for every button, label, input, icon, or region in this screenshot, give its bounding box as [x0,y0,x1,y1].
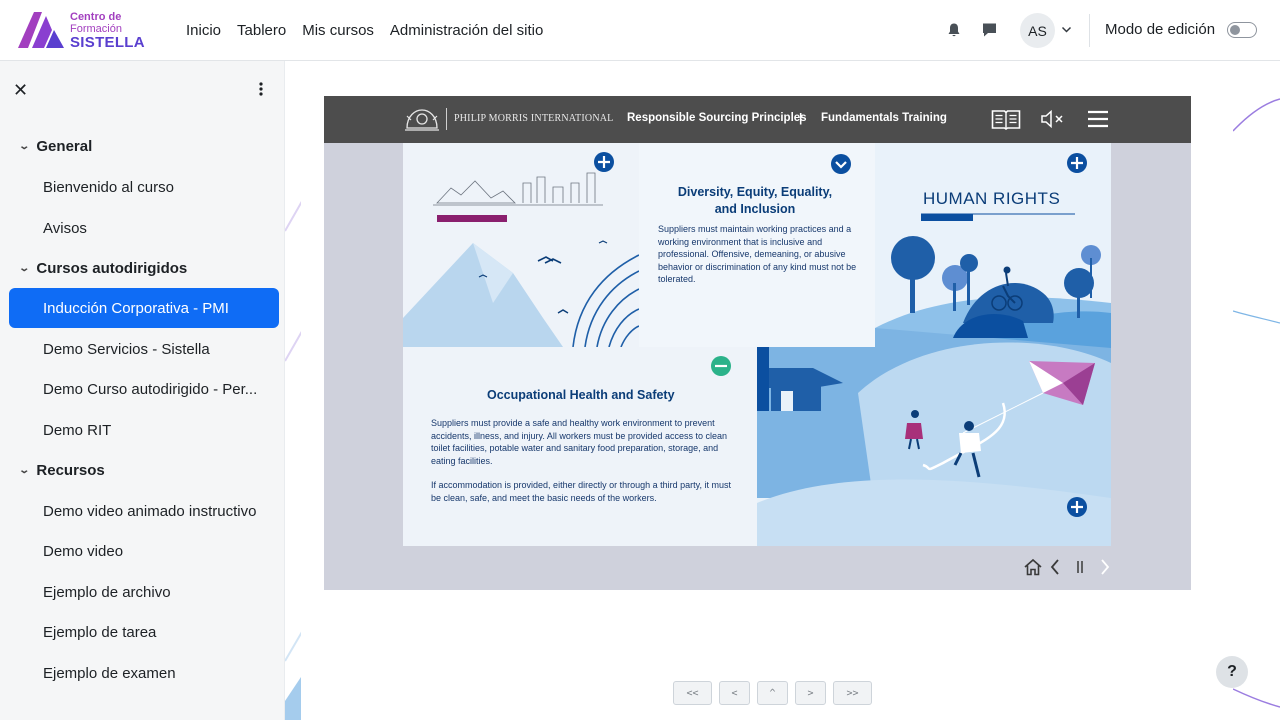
ohs-heading: Occupational Health and Safety [487,388,675,402]
expand-button-environment[interactable] [594,152,614,172]
ohs-text-accommodation: If accommodation is provided, either dir… [431,480,731,503]
previous-button[interactable]: < [719,681,750,705]
avatar[interactable]: AS [1020,13,1055,48]
course-title: Responsible Sourcing Principles [627,112,807,124]
collapse-button-dei[interactable] [831,154,851,174]
nav-link-mis-cursos[interactable]: Mis cursos [302,22,374,39]
sidebar-item-demo-rit[interactable]: Demo RIT [9,410,279,450]
chevron-down-icon: ⌄ [18,141,31,152]
pmi-crest-logo [405,109,439,131]
title-separator: | [799,111,803,125]
mute-icon[interactable] [1040,109,1066,129]
slide-canvas: Diversity, Equity, Equality, and Inclusi… [403,143,1111,546]
scorm-player: PHILIP MORRIS INTERNATIONAL Responsible … [324,96,1191,590]
logo-line-1: Centro de [70,11,122,23]
sidebar-item-video-animado[interactable]: Demo video animado instructivo [9,491,279,531]
sidebar-item-demo-video[interactable]: Demo video [9,531,279,571]
section-cursos-autodirigidos[interactable]: ⌄ Cursos autodirigidos [18,260,188,277]
section-general[interactable]: ⌄ General [18,138,93,155]
sidebar-item-archivo[interactable]: Ejemplo de archivo [9,572,279,612]
last-button[interactable]: >> [833,681,872,705]
dei-heading: Diversity, Equity, Equality, and Inclusi… [677,185,833,216]
next-icon[interactable] [1099,558,1111,576]
section-recursos[interactable]: ⌄ Recursos [18,462,105,479]
sidebar-item-avisos[interactable]: Avisos [9,208,279,248]
navbar-divider [1089,14,1090,47]
up-button[interactable]: ^ [757,681,788,705]
section-title: Recursos [36,462,105,479]
chat-icon[interactable] [981,22,998,38]
chevron-down-icon: ⌄ [18,263,31,274]
previous-icon[interactable] [1049,558,1061,576]
kebab-icon[interactable] [253,81,269,97]
top-navbar: Centro de Formación SISTELLA Inicio Tabl… [0,0,1280,61]
human-rights-heading: HUMAN RIGHTS [923,189,1061,208]
primary-nav: Inicio Tablero Mis cursos Administración… [186,0,543,61]
expand-button-bottom-right[interactable] [1067,497,1087,517]
logo-divider [446,108,447,130]
course-subtitle: Fundamentals Training [821,112,947,124]
sidebar-item-demo-curso[interactable]: Demo Curso autodirigido - Per... [9,369,279,409]
dei-text: Suppliers must maintain working practice… [658,224,857,284]
book-icon[interactable] [991,108,1021,130]
nav-link-admin[interactable]: Administración del sitio [390,22,543,39]
close-icon[interactable]: ✕ [13,81,28,99]
chevron-down-icon: ⌄ [18,465,31,476]
ohs-text: Suppliers must provide a safe and health… [431,418,727,466]
sidebar-item-tarea[interactable]: Ejemplo de tarea [9,612,279,652]
nav-link-tablero[interactable]: Tablero [237,22,286,39]
edit-mode-label: Modo de edición [1105,21,1216,38]
sidebar-item-examen[interactable]: Ejemplo de examen [9,653,279,693]
company-name: PHILIP MORRIS INTERNATIONAL [454,113,614,124]
site-logo[interactable]: Centro de Formación SISTELLA [16,10,156,52]
hamburger-menu-icon[interactable] [1087,110,1109,128]
course-index-drawer: ✕ ⌄ General Bienvenido al curso Avisos ⌄… [0,61,285,720]
help-button[interactable]: ? [1216,656,1248,688]
sidebar-item-induccion-pmi[interactable]: Inducción Corporativa - PMI [9,288,279,328]
edit-mode-toggle[interactable] [1227,22,1257,38]
pause-icon[interactable] [1074,559,1086,575]
scorm-navigation: << < ^ > >> [673,681,872,705]
chevron-down-icon[interactable] [1061,26,1072,34]
section-title: Cursos autodirigidos [36,260,188,277]
collapse-button-ohs[interactable] [711,356,731,376]
toggle-knob [1230,25,1240,35]
expand-button-human-rights[interactable] [1067,153,1087,173]
player-header: PHILIP MORRIS INTERNATIONAL Responsible … [324,96,1191,143]
home-icon[interactable] [1023,558,1043,576]
section-title: General [36,138,93,155]
bell-icon[interactable] [946,22,962,38]
sistella-logo-mark [18,12,64,48]
first-button[interactable]: << [673,681,712,705]
nav-link-inicio[interactable]: Inicio [186,22,221,39]
sidebar-item-bienvenido[interactable]: Bienvenido al curso [9,167,279,207]
logo-line-3: SISTELLA [70,34,145,51]
sidebar-item-demo-servicios[interactable]: Demo Servicios - Sistella [9,329,279,369]
next-button[interactable]: > [795,681,826,705]
